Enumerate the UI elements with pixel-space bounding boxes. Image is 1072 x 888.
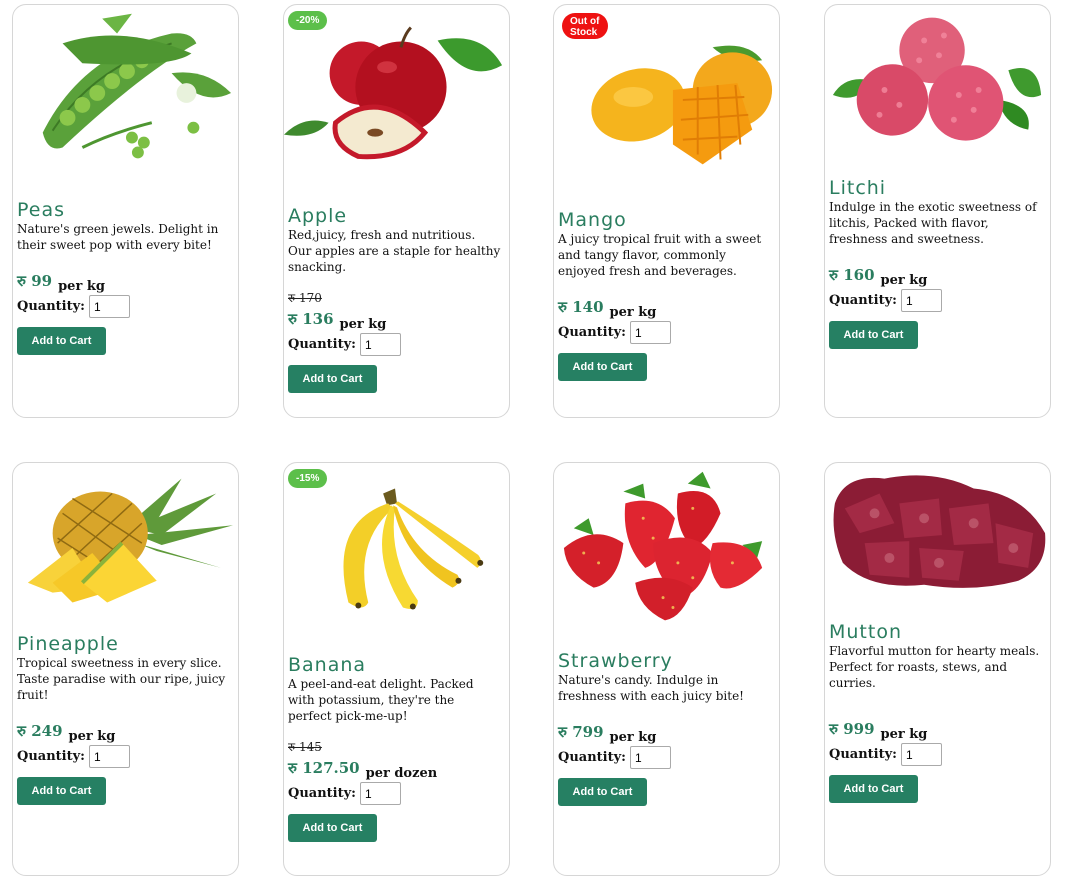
price-row: रु 99 per kg bbox=[17, 271, 230, 294]
quantity-row: Quantity: bbox=[17, 295, 230, 318]
product-price: रु 799 bbox=[558, 723, 604, 741]
add-to-cart-button[interactable]: Add to Cart bbox=[288, 814, 377, 842]
quantity-row: Quantity: bbox=[558, 746, 771, 769]
product-price: रु 136 bbox=[288, 310, 334, 328]
product-name: Mango bbox=[558, 209, 627, 231]
price-unit: per dozen bbox=[365, 766, 438, 781]
quantity-row: Quantity: bbox=[829, 743, 1042, 766]
quantity-label: Quantity: bbox=[558, 325, 626, 340]
add-to-cart-button[interactable]: Add to Cart bbox=[558, 778, 647, 806]
quantity-label: Quantity: bbox=[288, 337, 356, 352]
product-description: Red,juicy, fresh and nutritious. Our app… bbox=[288, 228, 501, 274]
quantity-label: Quantity: bbox=[17, 299, 85, 314]
quantity-input[interactable] bbox=[900, 289, 942, 312]
quantity-input[interactable] bbox=[900, 743, 942, 766]
add-to-cart-button[interactable]: Add to Cart bbox=[829, 321, 918, 349]
quantity-input[interactable] bbox=[359, 333, 401, 356]
quantity-row: Quantity: bbox=[288, 782, 501, 805]
price-unit: per kg bbox=[880, 273, 928, 288]
add-to-cart-button[interactable]: Add to Cart bbox=[829, 775, 918, 803]
quantity-label: Quantity: bbox=[17, 749, 85, 764]
product-description: Nature's candy. Indulge in freshness wit… bbox=[558, 673, 744, 703]
quantity-label: Quantity: bbox=[558, 750, 626, 765]
discount-badge: -20% bbox=[288, 11, 328, 30]
product-name: Peas bbox=[17, 199, 66, 221]
product-description: Nature's green jewels. Delight in their … bbox=[17, 222, 219, 252]
product-name: Strawberry bbox=[558, 650, 673, 672]
product-card-banana: -15% Banana A peel-and-eat delight. Pack… bbox=[283, 462, 510, 876]
quantity-input[interactable] bbox=[88, 745, 130, 768]
strawberry-image bbox=[554, 463, 779, 638]
product-description: A juicy tropical fruit with a sweet and … bbox=[558, 232, 762, 278]
price-row: रु 249 per kg bbox=[17, 721, 230, 744]
price-row: रु 127.50 per dozen bbox=[288, 758, 501, 781]
add-to-cart-button[interactable]: Add to Cart bbox=[288, 365, 377, 393]
quantity-input[interactable] bbox=[88, 295, 130, 318]
add-to-cart-button[interactable]: Add to Cart bbox=[17, 327, 106, 355]
price-unit: per kg bbox=[609, 305, 657, 320]
product-card-pineapple: Pineapple Tropical sweetness in every sl… bbox=[12, 462, 239, 876]
price-row: रु 999 per kg bbox=[829, 719, 1042, 742]
product-price: रु 160 bbox=[829, 266, 875, 284]
product-price: रु 249 bbox=[17, 722, 63, 740]
add-to-cart-button[interactable]: Add to Cart bbox=[17, 777, 106, 805]
product-price: रु 999 bbox=[829, 720, 875, 738]
pineapple-image bbox=[13, 463, 238, 638]
quantity-row: Quantity: bbox=[288, 333, 501, 356]
price-unit: per kg bbox=[880, 727, 928, 742]
quantity-label: Quantity: bbox=[288, 786, 356, 801]
quantity-input[interactable] bbox=[629, 746, 671, 769]
product-name: Banana bbox=[288, 654, 367, 676]
peas-image bbox=[13, 5, 238, 180]
discount-badge: -15% bbox=[288, 469, 328, 488]
product-description: Flavorful mutton for hearty meals. Perfe… bbox=[829, 644, 1040, 690]
quantity-input[interactable] bbox=[359, 782, 401, 805]
product-price: रु 99 bbox=[17, 272, 53, 290]
price-unit: per kg bbox=[68, 729, 116, 744]
add-to-cart-button[interactable]: Add to Cart bbox=[558, 353, 647, 381]
price-unit: per kg bbox=[609, 730, 657, 745]
price-unit: per kg bbox=[58, 279, 105, 294]
quantity-label: Quantity: bbox=[829, 747, 897, 762]
banana-image bbox=[284, 463, 509, 638]
mutton-image bbox=[825, 463, 1050, 638]
quantity-row: Quantity: bbox=[829, 289, 1042, 312]
original-price: रु 145 bbox=[288, 740, 322, 754]
original-price: रु 170 bbox=[288, 291, 322, 305]
product-card-mango: Out of Stock Mango A juicy tropical frui… bbox=[553, 4, 780, 418]
product-name: Pineapple bbox=[17, 633, 119, 655]
product-description: Indulge in the exotic sweetness of litch… bbox=[829, 200, 1037, 246]
price-row: रु 160 per kg bbox=[829, 265, 1042, 288]
product-description: A peel-and-eat delight. Packed with pota… bbox=[288, 677, 474, 723]
apple-image bbox=[284, 5, 509, 180]
product-description: Tropical sweetness in every slice. Taste… bbox=[17, 656, 226, 702]
quantity-row: Quantity: bbox=[17, 745, 230, 768]
product-name: Mutton bbox=[829, 621, 903, 643]
quantity-label: Quantity: bbox=[829, 293, 897, 308]
product-card-peas: Peas Nature's green jewels. Delight in t… bbox=[12, 4, 239, 418]
quantity-input[interactable] bbox=[629, 321, 671, 344]
product-card-mutton: Mutton Flavorful mutton for hearty meals… bbox=[824, 462, 1051, 876]
product-price: रु 140 bbox=[558, 298, 604, 316]
price-row: रु 136 per kg bbox=[288, 309, 501, 332]
price-row: रु 140 per kg bbox=[558, 297, 771, 320]
product-card-litchi: Litchi Indulge in the exotic sweetness o… bbox=[824, 4, 1051, 418]
quantity-row: Quantity: bbox=[558, 321, 771, 344]
product-card-strawberry: Strawberry Nature's candy. Indulge in fr… bbox=[553, 462, 780, 876]
product-name: Apple bbox=[288, 205, 348, 227]
price-unit: per kg bbox=[339, 317, 387, 332]
product-price: रु 127.50 bbox=[288, 759, 360, 777]
product-name: Litchi bbox=[829, 177, 887, 199]
litchi-image bbox=[825, 5, 1050, 180]
out-of-stock-badge: Out of Stock bbox=[562, 13, 608, 39]
product-card-apple: -20% Apple Red,juicy, fresh and nutritio… bbox=[283, 4, 510, 418]
price-row: रु 799 per kg bbox=[558, 722, 771, 745]
